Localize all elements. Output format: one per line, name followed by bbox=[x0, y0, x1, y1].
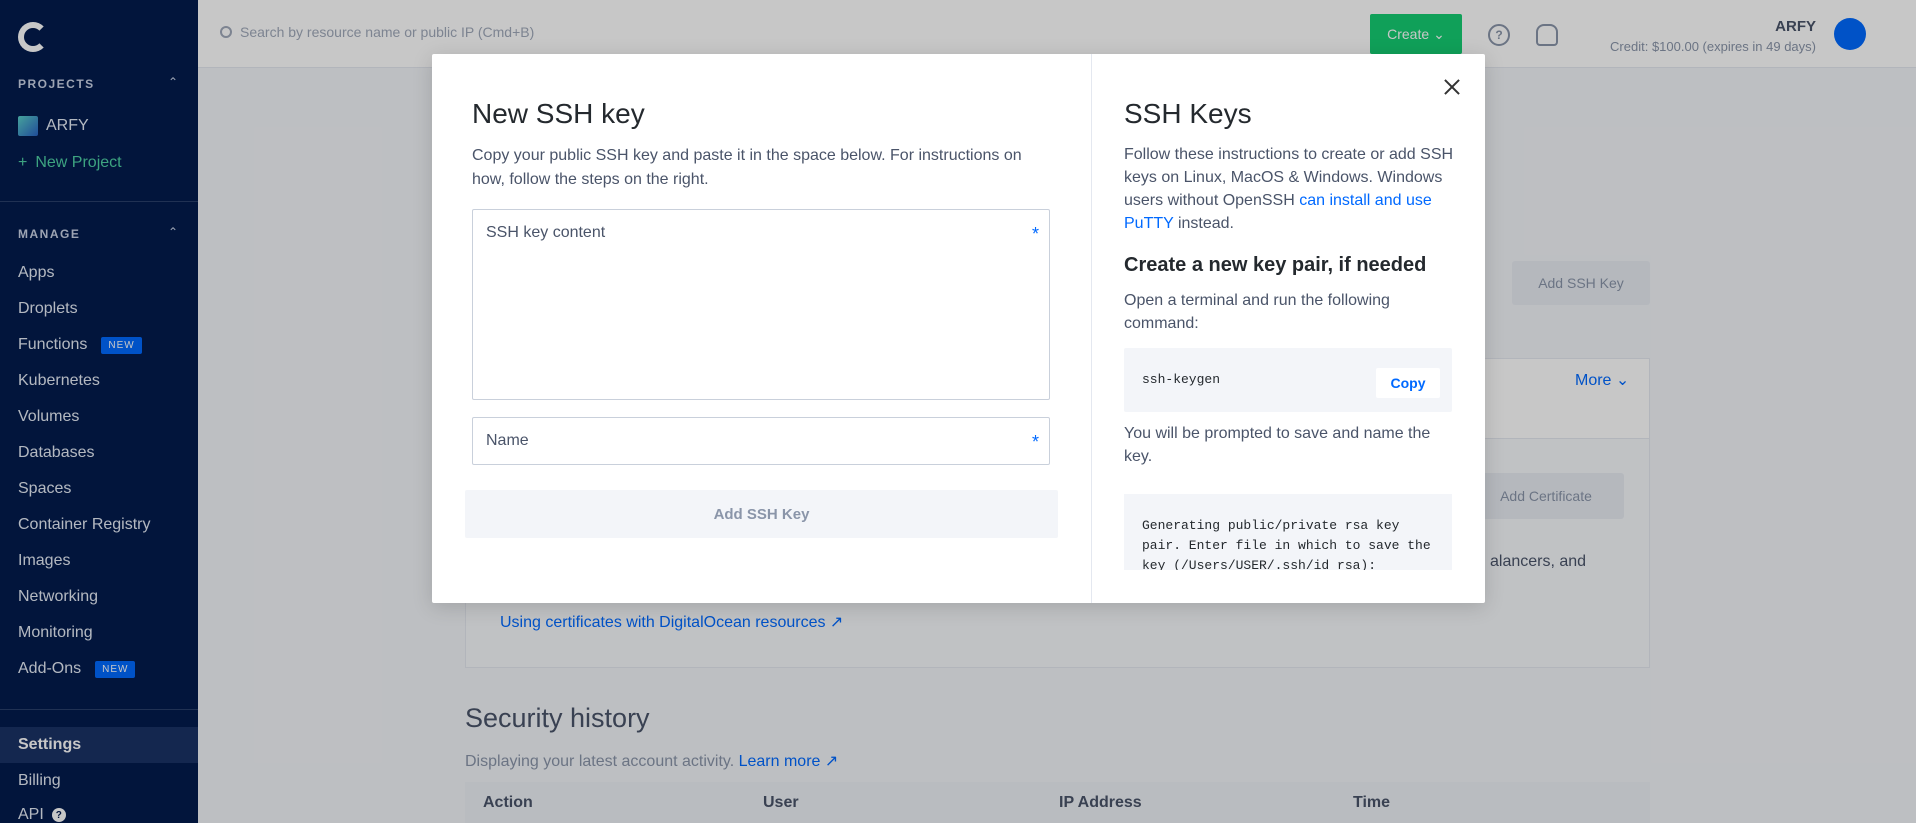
command-text: ssh-keygen bbox=[1142, 372, 1221, 387]
ssh-key-content-label: SSH key content bbox=[486, 224, 606, 241]
name-label: Name bbox=[486, 432, 529, 449]
output-box[interactable]: Generating public/private rsa key pair. … bbox=[1124, 494, 1452, 570]
required-icon: * bbox=[1031, 432, 1039, 452]
modal-description: Copy your public SSH key and paste it in… bbox=[472, 147, 1022, 188]
ssh-key-content-field[interactable]: SSH key content * bbox=[472, 209, 1050, 400]
help-intro: Follow these instructions to create or a… bbox=[1124, 143, 1454, 235]
name-field[interactable]: Name * bbox=[472, 417, 1050, 465]
terminal-instruction: Open a terminal and run the following co… bbox=[1124, 292, 1390, 332]
modal-title: New SSH key bbox=[472, 98, 645, 129]
close-icon[interactable] bbox=[1441, 76, 1463, 98]
required-icon: * bbox=[1031, 224, 1039, 244]
prompt-instruction: You will be prompted to save and name th… bbox=[1124, 425, 1431, 465]
copy-button[interactable]: Copy bbox=[1376, 368, 1440, 398]
add-ssh-key-submit-button[interactable]: Add SSH Key bbox=[465, 490, 1058, 538]
output-text: Generating public/private rsa key pair. … bbox=[1142, 518, 1439, 570]
ssh-help-panel: SSH Keys Follow these instructions to cr… bbox=[1091, 54, 1485, 603]
create-key-heading: Create a new key pair, if needed bbox=[1124, 254, 1427, 276]
help-intro-end: instead. bbox=[1177, 215, 1234, 232]
help-title: SSH Keys bbox=[1124, 98, 1252, 129]
command-box: ssh-keygen Copy bbox=[1124, 348, 1452, 412]
ssh-key-form: New SSH key Copy your public SSH key and… bbox=[432, 54, 1091, 603]
new-ssh-key-modal: New SSH key Copy your public SSH key and… bbox=[432, 54, 1485, 603]
